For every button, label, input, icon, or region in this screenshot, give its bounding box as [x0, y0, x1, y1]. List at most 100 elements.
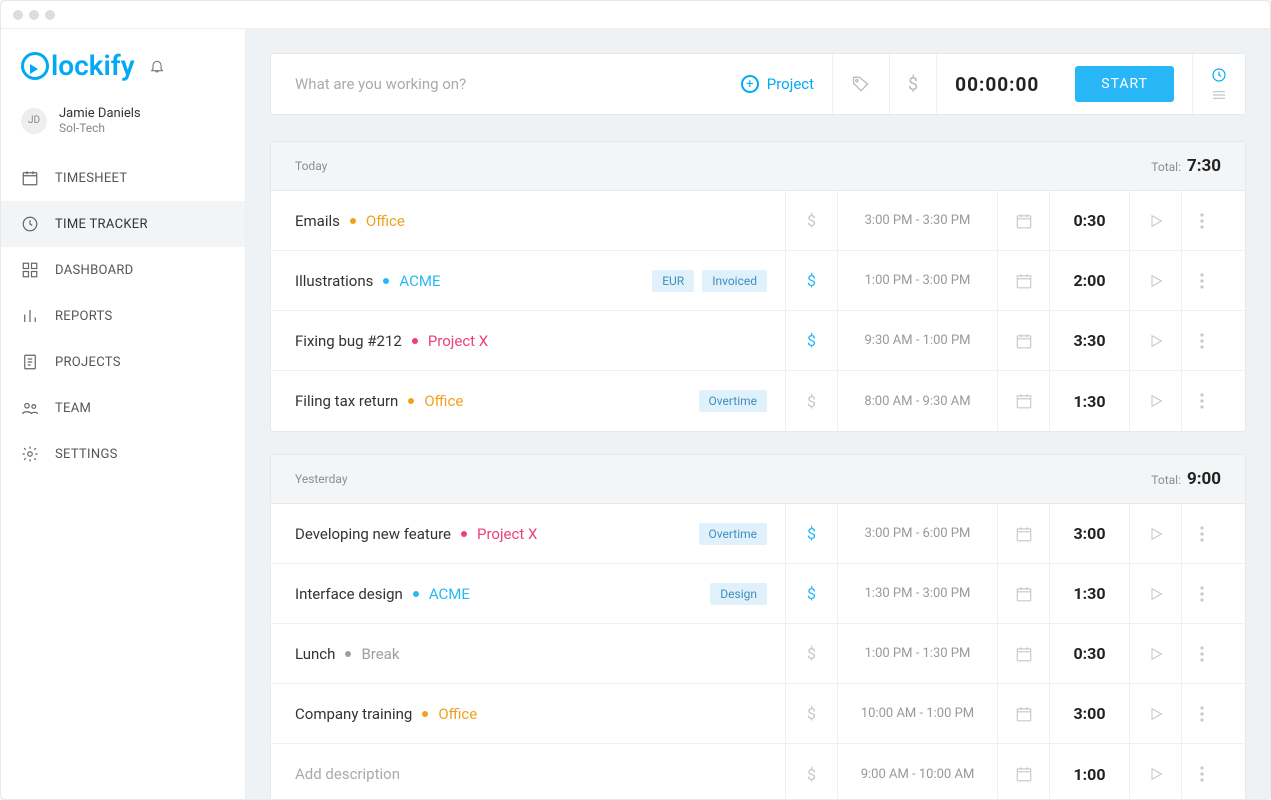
time-range[interactable]: 3:00 PM - 6:00 PM: [837, 504, 997, 563]
continue-button[interactable]: [1129, 564, 1181, 623]
continue-button[interactable]: [1129, 744, 1181, 799]
duration[interactable]: 3:30: [1049, 311, 1129, 370]
project-name[interactable]: Office: [366, 212, 405, 230]
billable-toggle[interactable]: $: [785, 191, 837, 250]
entry-menu-button[interactable]: [1181, 624, 1221, 683]
tracker-mode-toggle[interactable]: [1192, 54, 1245, 114]
entry-title[interactable]: Fixing bug #212: [295, 332, 402, 350]
time-entry[interactable]: Illustrations ACME EUR Invoiced $ 1:00 PM …: [271, 251, 1245, 311]
duration[interactable]: 3:00: [1049, 504, 1129, 563]
time-entry[interactable]: Add description $ 9:00 AM - 10:00 AM 1:0…: [271, 744, 1245, 799]
notifications-icon[interactable]: [149, 57, 165, 75]
project-name[interactable]: Break: [361, 645, 399, 663]
entry-title[interactable]: Illustrations: [295, 272, 373, 290]
continue-button[interactable]: [1129, 504, 1181, 563]
time-entry[interactable]: Interface design ACME Design $ 1:30 PM - …: [271, 564, 1245, 624]
date-picker-button[interactable]: [997, 624, 1049, 683]
entry-title[interactable]: Emails: [295, 212, 340, 230]
date-picker-button[interactable]: [997, 564, 1049, 623]
project-name[interactable]: Office: [424, 392, 463, 410]
time-range[interactable]: 9:00 AM - 10:00 AM: [837, 744, 997, 799]
sidebar-item-timesheet[interactable]: TIMESHEET: [1, 155, 245, 201]
entry-tag[interactable]: Invoiced: [702, 270, 767, 292]
sidebar-item-settings[interactable]: SETTINGS: [1, 431, 245, 477]
entry-menu-button[interactable]: [1181, 504, 1221, 563]
billable-toggle[interactable]: $: [785, 251, 837, 310]
time-entry[interactable]: Filing tax return Office Overtime $ 8:00 …: [271, 371, 1245, 431]
time-range[interactable]: 10:00 AM - 1:00 PM: [837, 684, 997, 743]
duration[interactable]: 1:00: [1049, 744, 1129, 799]
duration[interactable]: 0:30: [1049, 191, 1129, 250]
tracker-description-input[interactable]: What are you working on?: [271, 54, 723, 114]
time-entry[interactable]: Company training Office $ 10:00 AM - 1:00…: [271, 684, 1245, 744]
time-entry[interactable]: Developing new feature Project X Overtime…: [271, 504, 1245, 564]
date-picker-button[interactable]: [997, 371, 1049, 431]
sidebar-item-team[interactable]: TEAM: [1, 385, 245, 431]
duration[interactable]: 3:00: [1049, 684, 1129, 743]
user-block[interactable]: JD Jamie Daniels Sol-Tech: [1, 106, 245, 155]
continue-button[interactable]: [1129, 191, 1181, 250]
continue-button[interactable]: [1129, 684, 1181, 743]
entry-menu-button[interactable]: [1181, 564, 1221, 623]
entry-tag[interactable]: Overtime: [699, 523, 767, 545]
time-entry[interactable]: Emails Office $ 3:00 PM - 3:30 PM 0:30: [271, 191, 1245, 251]
entry-title[interactable]: Interface design: [295, 585, 403, 603]
entry-tag[interactable]: EUR: [652, 270, 694, 292]
sidebar-item-reports[interactable]: REPORTS: [1, 293, 245, 339]
date-picker-button[interactable]: [997, 251, 1049, 310]
billable-toggle[interactable]: $: [785, 371, 837, 431]
tracker-billable-toggle[interactable]: $: [889, 54, 936, 114]
billable-toggle[interactable]: $: [785, 311, 837, 370]
continue-button[interactable]: [1129, 311, 1181, 370]
time-range[interactable]: 1:00 PM - 3:00 PM: [837, 251, 997, 310]
entry-title[interactable]: Lunch: [295, 645, 335, 663]
time-range[interactable]: 1:30 PM - 3:00 PM: [837, 564, 997, 623]
project-name[interactable]: Project X: [477, 525, 537, 543]
billable-toggle[interactable]: $: [785, 504, 837, 563]
sidebar-item-projects[interactable]: PROJECTS: [1, 339, 245, 385]
time-range[interactable]: 9:30 AM - 1:00 PM: [837, 311, 997, 370]
entry-menu-button[interactable]: [1181, 684, 1221, 743]
tracker-project-picker[interactable]: + Project: [723, 54, 832, 114]
time-range[interactable]: 8:00 AM - 9:30 AM: [837, 371, 997, 431]
date-picker-button[interactable]: [997, 311, 1049, 370]
entry-title[interactable]: Company training: [295, 705, 412, 723]
time-entry[interactable]: Lunch Break $ 1:00 PM - 1:30 PM 0:30: [271, 624, 1245, 684]
sidebar-item-timetracker[interactable]: TIME TRACKER: [1, 201, 245, 247]
duration[interactable]: 0:30: [1049, 624, 1129, 683]
duration[interactable]: 1:30: [1049, 371, 1129, 431]
entry-title[interactable]: Filing tax return: [295, 392, 398, 410]
date-picker-button[interactable]: [997, 684, 1049, 743]
entry-menu-button[interactable]: [1181, 251, 1221, 310]
time-range[interactable]: 1:00 PM - 1:30 PM: [837, 624, 997, 683]
project-name[interactable]: Project X: [428, 332, 488, 350]
entry-tag[interactable]: Overtime: [699, 390, 767, 412]
entry-menu-button[interactable]: [1181, 311, 1221, 370]
duration[interactable]: 1:30: [1049, 564, 1129, 623]
date-picker-button[interactable]: [997, 504, 1049, 563]
entry-description-input[interactable]: Add description: [295, 765, 400, 783]
entry-menu-button[interactable]: [1181, 371, 1221, 431]
date-picker-button[interactable]: [997, 191, 1049, 250]
project-name[interactable]: Office: [438, 705, 477, 723]
continue-button[interactable]: [1129, 251, 1181, 310]
entry-tag[interactable]: Design: [710, 583, 767, 605]
billable-toggle[interactable]: $: [785, 564, 837, 623]
continue-button[interactable]: [1129, 371, 1181, 431]
entry-menu-button[interactable]: [1181, 744, 1221, 799]
billable-toggle[interactable]: $: [785, 684, 837, 743]
billable-toggle[interactable]: $: [785, 744, 837, 799]
billable-toggle[interactable]: $: [785, 624, 837, 683]
tracker-tag-button[interactable]: [832, 54, 889, 114]
entry-menu-button[interactable]: [1181, 191, 1221, 250]
start-button[interactable]: START: [1075, 66, 1174, 102]
project-name[interactable]: ACME: [399, 272, 440, 290]
duration[interactable]: 2:00: [1049, 251, 1129, 310]
entry-title[interactable]: Developing new feature: [295, 525, 451, 543]
continue-button[interactable]: [1129, 624, 1181, 683]
date-picker-button[interactable]: [997, 744, 1049, 799]
sidebar-item-dashboard[interactable]: DASHBOARD: [1, 247, 245, 293]
time-range[interactable]: 3:00 PM - 3:30 PM: [837, 191, 997, 250]
project-name[interactable]: ACME: [429, 585, 470, 603]
time-entry[interactable]: Fixing bug #212 Project X $ 9:30 AM - 1:0…: [271, 311, 1245, 371]
